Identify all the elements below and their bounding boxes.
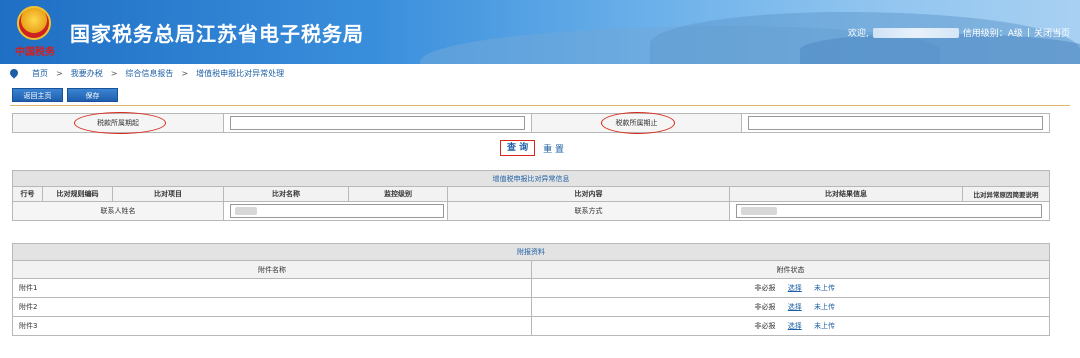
- anomaly-table: 增值税申报比对异常信息 行号 比对规则编码 比对项目 比对名称 监控级别 比对内…: [12, 170, 1050, 221]
- attachment-status: 非必报 选择 未上传: [531, 316, 1050, 336]
- attachment-status: 非必报 选择 未上传: [531, 278, 1050, 298]
- col-result-info: 比对结果信息: [729, 186, 963, 202]
- attachment-name: 附件3: [12, 316, 532, 336]
- col-attachment-status: 附件状态: [531, 260, 1050, 279]
- breadcrumb-current: 增值税申报比对异常处理: [196, 68, 285, 78]
- tax-emblem-icon: [17, 6, 51, 40]
- required-flag: 非必报: [754, 303, 776, 311]
- col-compare-content: 比对内容: [447, 186, 730, 202]
- upload-status: 未上传: [814, 322, 835, 330]
- col-attachment-name: 附件名称: [12, 260, 532, 279]
- back-home-button[interactable]: 返回主页: [12, 88, 63, 102]
- header-banner: 中国税务 国家税务总局江苏省电子税务局 欢迎, 信用级别：A级 | 关闭当页: [0, 0, 1080, 64]
- period-start-cell: [223, 113, 532, 133]
- separator: |: [1026, 27, 1030, 38]
- divider: [10, 105, 1070, 106]
- emblem-text: 中国税务: [15, 47, 55, 58]
- anomaly-caption: 增值税申报比对异常信息: [12, 170, 1050, 187]
- user-bar: 欢迎, 信用级别：A级 | 关闭当页: [848, 26, 1070, 39]
- location-pin-icon: [8, 67, 20, 79]
- select-file-link[interactable]: 选择: [788, 284, 802, 292]
- select-file-link[interactable]: 选择: [788, 322, 802, 330]
- col-compare-name: 比对名称: [223, 186, 349, 202]
- credit-level: 信用级别：A级: [962, 29, 1023, 39]
- query-actions: 查 询 重 置: [500, 140, 564, 156]
- period-start-input[interactable]: [230, 116, 525, 130]
- highlight-oval: [74, 112, 166, 134]
- save-button[interactable]: 保存: [67, 88, 118, 102]
- breadcrumb: 首页 > 我要办税 > 综合信息报告 > 增值税申报比对异常处理: [8, 67, 285, 79]
- highlight-oval: [601, 112, 675, 134]
- table-row: 附件2 非必报 选择 未上传: [12, 297, 1050, 317]
- breadcrumb-separator: >: [110, 68, 118, 78]
- contact-name-input[interactable]: [230, 204, 445, 218]
- contact-method-label: 联系方式: [447, 201, 730, 221]
- col-monitor-level: 监控级别: [348, 186, 448, 202]
- upload-status: 未上传: [814, 303, 835, 311]
- col-row-number: 行号: [12, 186, 43, 202]
- attachments-table: 附报资料 附件名称 附件状态 附件1 非必报 选择 未上传 附件2 非必报 选择…: [12, 243, 1050, 336]
- breadcrumb-report[interactable]: 综合信息报告: [125, 68, 173, 79]
- reset-button[interactable]: 重 置: [543, 142, 564, 155]
- col-reason: 比对异常原因简要说明: [962, 186, 1050, 202]
- attachment-name: 附件2: [12, 297, 532, 317]
- contact-name-label: 联系人姓名: [12, 201, 224, 221]
- period-end-cell: [741, 113, 1050, 133]
- col-rule-code: 比对规则编码: [42, 186, 113, 202]
- attachments-caption: 附报资料: [12, 243, 1050, 261]
- table-row: 附件3 非必报 选择 未上传: [12, 316, 1050, 336]
- upload-status: 未上传: [814, 284, 835, 292]
- breadcrumb-home[interactable]: 首页: [32, 68, 48, 79]
- site-title: 国家税务总局江苏省电子税务局: [70, 24, 364, 46]
- select-file-link[interactable]: 选择: [788, 303, 802, 311]
- username-redacted: [872, 27, 959, 38]
- table-row: 附件1 非必报 选择 未上传: [12, 278, 1050, 298]
- search-form: 税款所属期起 税款所属期止: [12, 113, 1050, 133]
- breadcrumb-separator: >: [181, 68, 189, 78]
- welcome-text: 欢迎,: [847, 29, 869, 39]
- close-page-link[interactable]: 关闭当页: [1034, 26, 1070, 39]
- breadcrumb-tax[interactable]: 我要办税: [71, 68, 103, 79]
- query-button[interactable]: 查 询: [500, 140, 536, 156]
- contact-method-input[interactable]: [736, 204, 1043, 218]
- attachment-status: 非必报 选择 未上传: [531, 297, 1050, 317]
- attachment-name: 附件1: [12, 278, 532, 298]
- col-compare-item: 比对项目: [112, 186, 224, 202]
- required-flag: 非必报: [754, 322, 776, 330]
- required-flag: 非必报: [754, 284, 776, 292]
- contact-name-cell: [223, 201, 448, 221]
- breadcrumb-separator: >: [56, 68, 63, 78]
- contact-method-cell: [729, 201, 1050, 221]
- period-end-input[interactable]: [748, 116, 1043, 130]
